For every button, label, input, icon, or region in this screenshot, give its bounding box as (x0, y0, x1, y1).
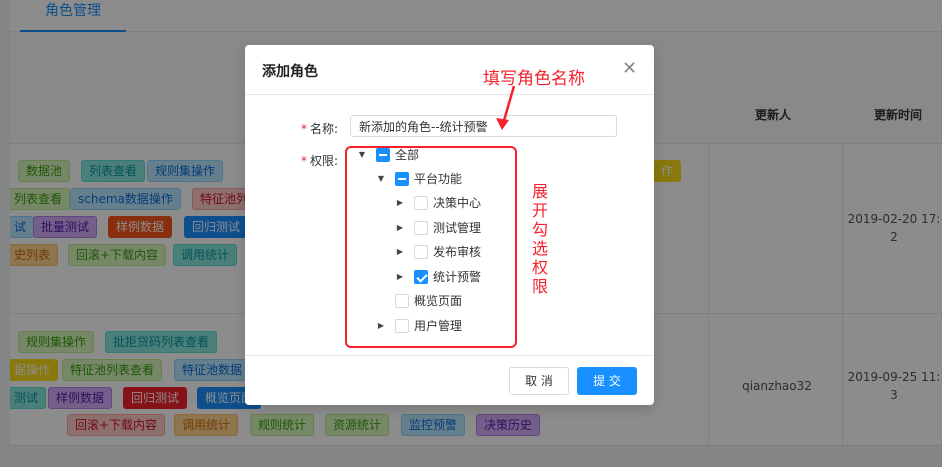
annotation-arrow-icon (496, 85, 516, 130)
name-label-text: 名称: (310, 122, 339, 136)
cancel-button[interactable]: 取 消 (509, 367, 569, 395)
submit-button[interactable]: 提 交 (577, 367, 637, 395)
required-mark: * (301, 154, 307, 168)
permission-label-text: 权限: (310, 154, 339, 168)
role-name-input[interactable] (350, 115, 617, 137)
name-label: * 名称: (301, 120, 338, 137)
permission-label: * 权限: (301, 152, 338, 169)
modal-header: 添加角色 ✕ (245, 45, 654, 95)
close-icon[interactable]: ✕ (622, 60, 637, 78)
annotation-expand-check: 展开勾选权限 (532, 182, 549, 296)
modal-footer: 取 消 提 交 (245, 355, 654, 405)
required-mark: * (301, 122, 307, 136)
modal-title: 添加角色 (262, 64, 318, 80)
annotation-highlight-box (345, 146, 517, 348)
